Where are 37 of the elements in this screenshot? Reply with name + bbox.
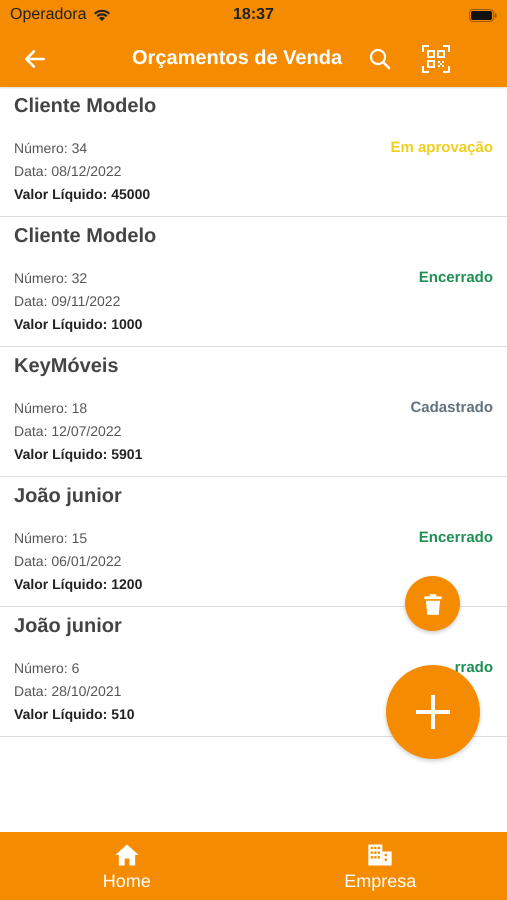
status-label: Encerrado [418, 529, 493, 546]
status-label: Cadastrado [410, 399, 493, 416]
quote-date: Data: 09/11/2022 [14, 292, 122, 311]
search-icon[interactable] [368, 46, 392, 70]
quote-date: Data: 08/12/2022 [14, 162, 122, 181]
wifi-icon [92, 8, 112, 22]
quote-date: Data: 28/10/2021 [14, 682, 122, 701]
screen-title: Orçamentos de Venda [132, 47, 342, 70]
net-value: Valor Líquido: 5901 [14, 445, 142, 464]
status-label: Em aprovação [390, 139, 493, 156]
status-label: rrado [454, 659, 493, 676]
carrier-name: Operadora [10, 6, 86, 24]
net-value: Valor Líquido: 45000 [14, 185, 150, 204]
quote-date: Data: 12/07/2022 [14, 422, 122, 441]
client-name: João junior [14, 485, 123, 509]
quote-number: Número: 15 [14, 529, 88, 548]
quote-date: Data: 06/01/2022 [14, 552, 122, 571]
plus-icon [413, 692, 453, 732]
status-label: Encerrado [418, 269, 493, 286]
quote-number: Número: 32 [14, 269, 88, 288]
client-name: Cliente Modelo [14, 225, 158, 249]
net-value: Valor Líquido: 1000 [14, 315, 142, 334]
net-value: Valor Líquido: 510 [14, 705, 135, 724]
quote-item[interactable]: KeyMóveis Número: 18 Data: 12/07/2022 Valor Líquido: 5901 Cadastrado [0, 347, 507, 477]
quote-number: Número: 34 [14, 139, 88, 158]
client-name: João junior [14, 615, 123, 639]
client-name: KeyMóveis [14, 355, 120, 379]
qr-code-scan-icon[interactable] [422, 44, 450, 72]
quote-item[interactable]: Cliente Modelo Número: 32 Data: 09/11/2022 Valor Líquido: 1000 Encerrado [0, 217, 507, 347]
client-name: Cliente Modelo [14, 95, 158, 119]
delete-button[interactable] [405, 576, 460, 631]
quote-number: Número: 6 [14, 659, 80, 678]
clock-time: 18:37 [233, 6, 274, 24]
quote-number: Número: 18 [14, 399, 88, 418]
quote-item[interactable]: Cliente Modelo Número: 34 Data: 08/12/2022 Valor Líquido: 45000 Em aprovação [0, 87, 507, 217]
battery-icon [468, 8, 497, 22]
net-value: Valor Líquido: 1200 [14, 575, 142, 594]
